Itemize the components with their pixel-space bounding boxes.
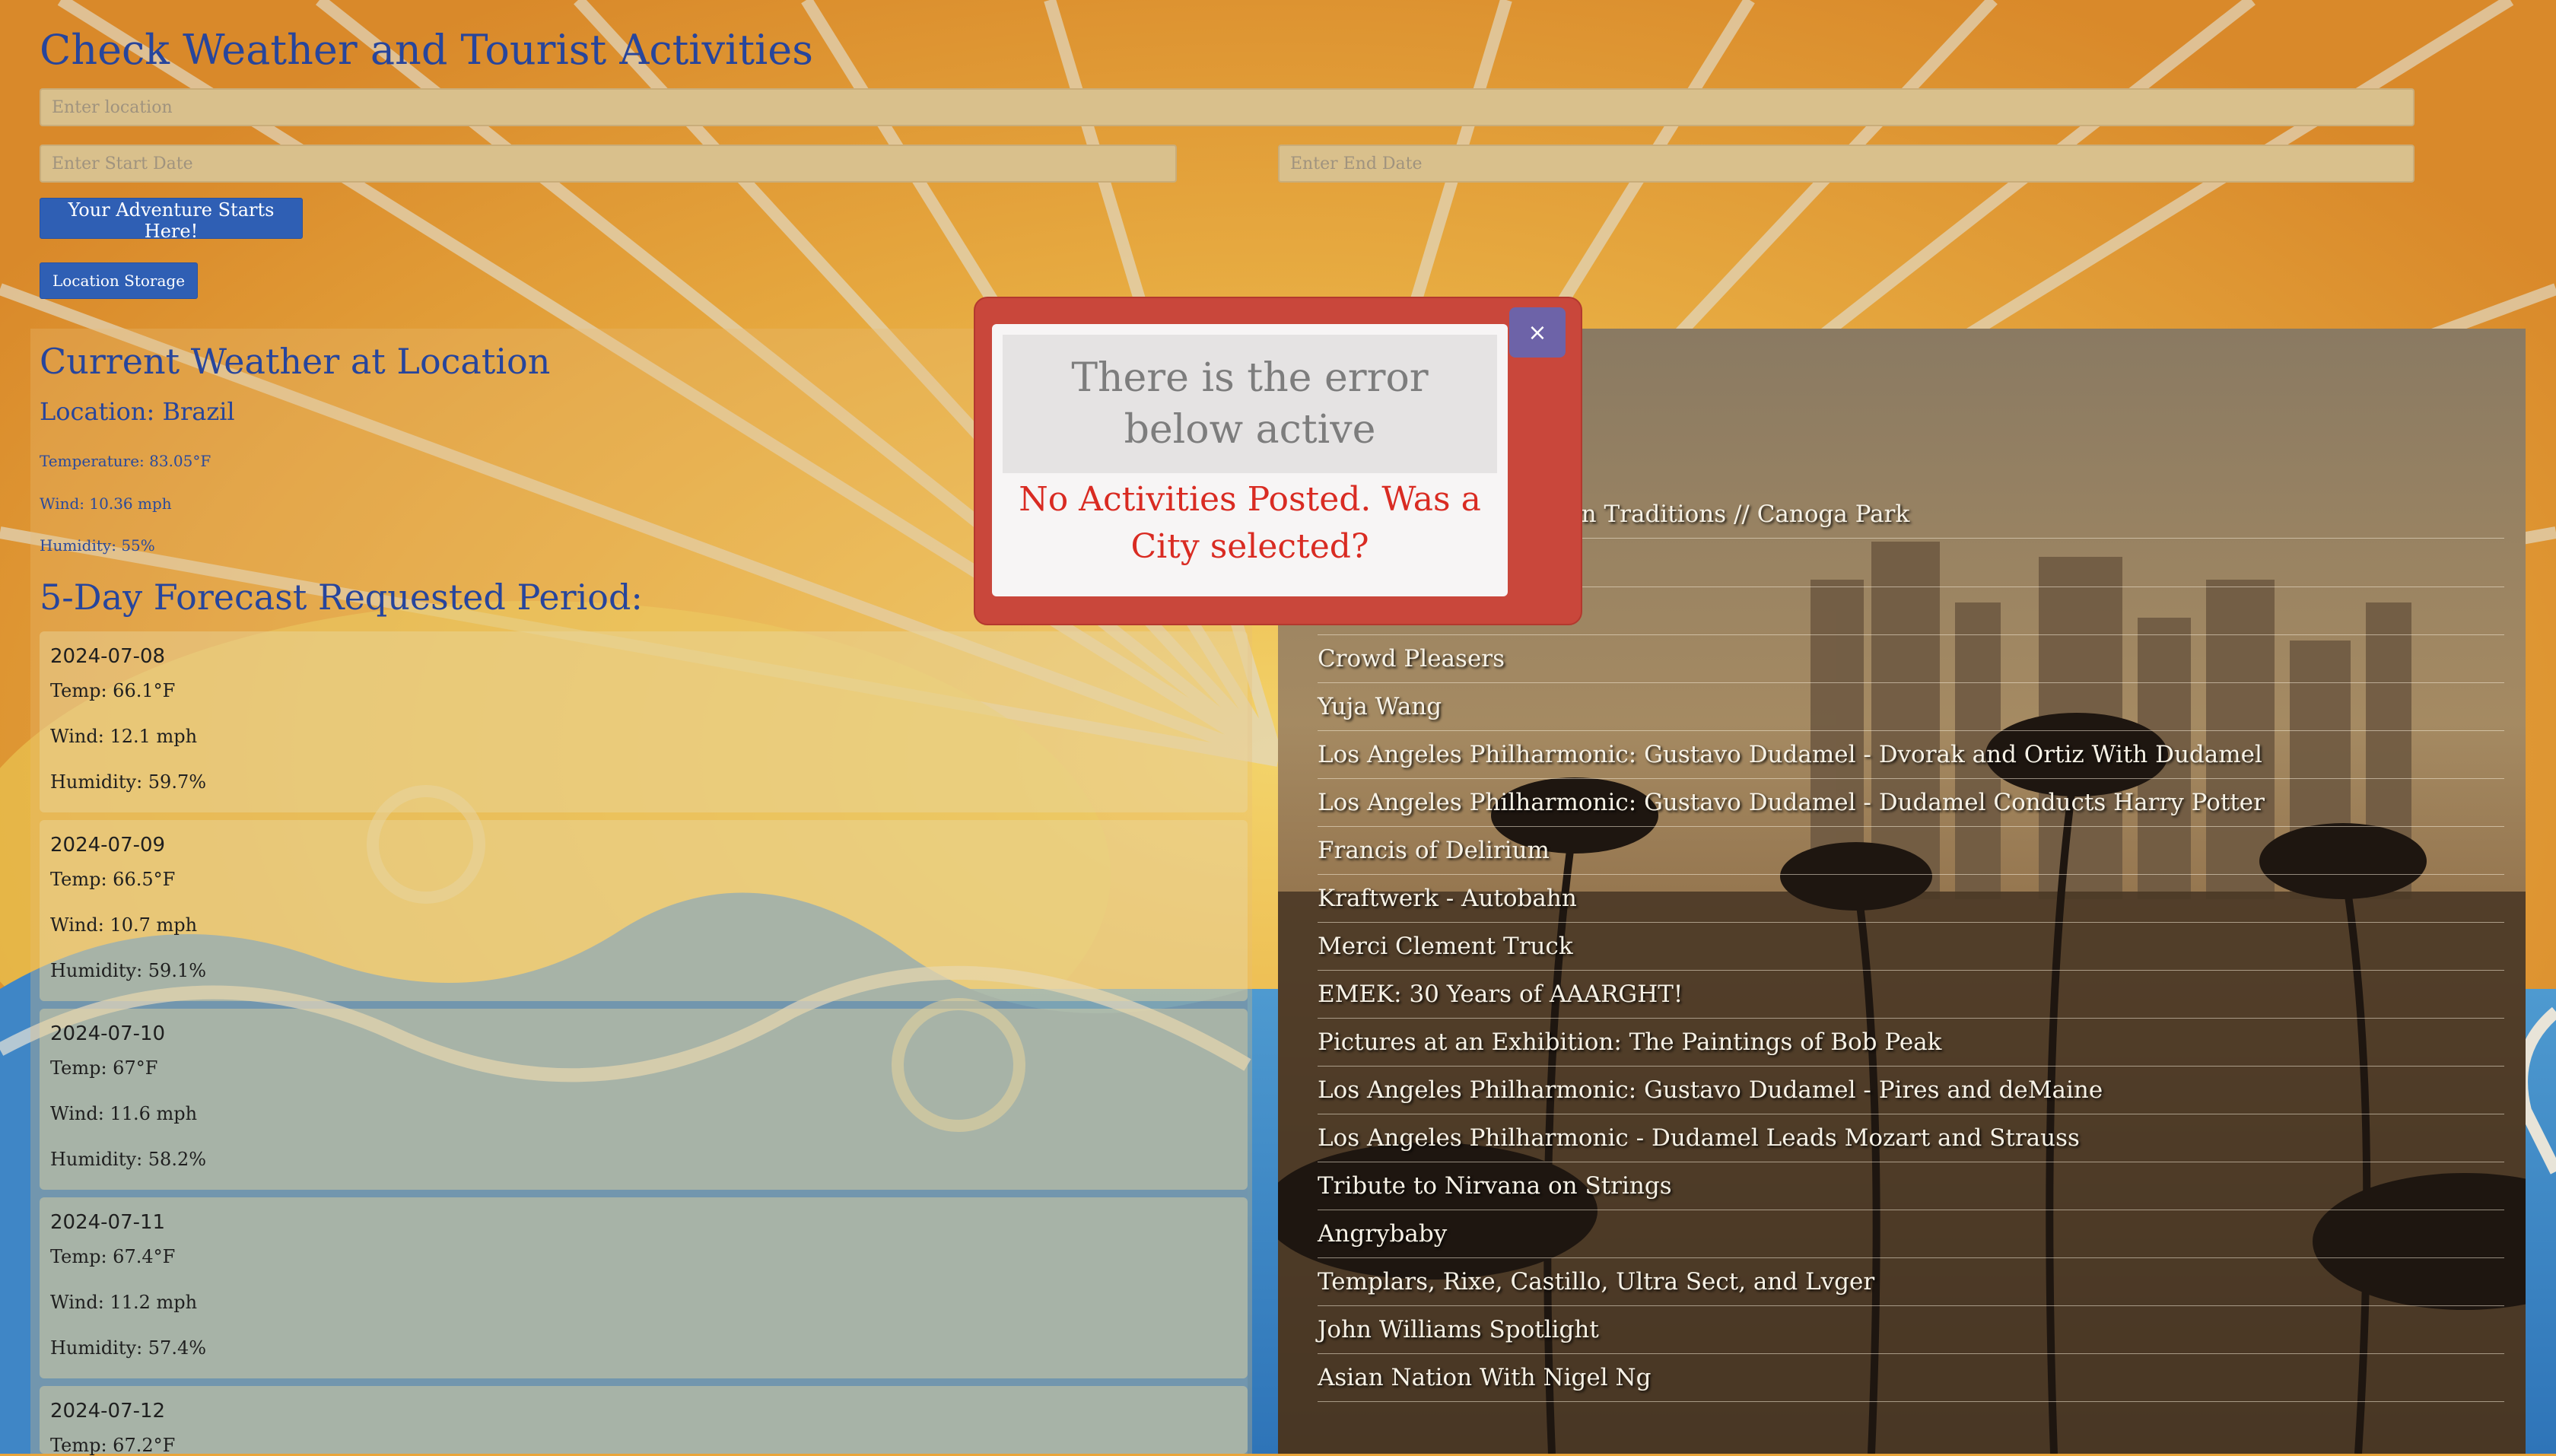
forecast-humidity: Humidity: 59.7% [50,771,207,793]
forecast-wind: Wind: 10.7 mph [50,914,198,936]
forecast-humidity: Humidity: 58.2% [50,1149,207,1170]
activity-item[interactable]: Los Angeles Philharmonic: Gustavo Dudame… [1318,731,2504,779]
activity-item[interactable]: Kraftwerk - Autobahn [1318,875,2504,923]
forecast-temp: Temp: 67.2°F [50,1435,176,1456]
forecast-wind: Wind: 12.1 mph [50,726,198,747]
forecast-date: 2024-07-12 [50,1400,166,1423]
activity-item[interactable]: Angrybaby [1318,1210,2504,1258]
modal-body: There is the error below active No Activ… [992,324,1508,596]
forecast-date: 2024-07-08 [50,645,166,668]
close-icon[interactable]: × [1509,307,1566,358]
current-humidity: Humidity: 55% [40,536,155,555]
activity-item[interactable]: John Williams Spotlight [1318,1306,2504,1354]
forecast-wind: Wind: 11.2 mph [50,1292,198,1313]
forecast-humidity: Humidity: 59.1% [50,960,207,981]
activity-item[interactable]: Pictures at an Exhibition: The Paintings… [1318,1019,2504,1067]
end-date-input[interactable] [1278,145,2415,183]
modal-heading: There is the error below active [1071,355,1429,453]
forecast-wind: Wind: 11.6 mph [50,1103,198,1124]
error-message: No Activities Posted. Was a City selecte… [1019,480,1481,566]
forecast-date: 2024-07-09 [50,834,166,857]
forecast-card: 2024-07-12 Temp: 67.2°F [40,1386,1248,1456]
activity-item[interactable]: Francis of Delirium [1318,827,2504,875]
forecast-title: 5-Day Forecast Requested Period: [40,577,643,618]
activity-item[interactable]: Asian Nation With Nigel Ng [1318,1354,2504,1402]
activity-item[interactable]: Los Angeles Philharmonic: Gustavo Dudame… [1318,1067,2504,1114]
forecast-card: 2024-07-11 Temp: 67.4°F Wind: 11.2 mph H… [40,1197,1248,1378]
forecast-temp: Temp: 67°F [50,1057,158,1079]
current-location: Location: Brazil [40,397,235,426]
modal-header: There is the error below active [1003,335,1497,473]
activity-item[interactable]: Merci Clement Truck [1318,923,2504,971]
forecast-temp: Temp: 66.5°F [50,869,176,890]
forecast-temp: Temp: 66.1°F [50,680,176,701]
activity-item[interactable]: Los Angeles Philharmonic: Gustavo Dudame… [1318,779,2504,827]
forecast-card: 2024-07-10 Temp: 67°F Wind: 11.6 mph Hum… [40,1009,1248,1190]
activity-item[interactable]: Yuja Wang [1318,683,2504,731]
location-storage-button[interactable]: Location Storage [40,262,198,299]
activity-item[interactable]: Crowd Pleasers [1318,635,2504,683]
page-title: Check Weather and Tourist Activities [40,26,813,74]
activity-item[interactable]: EMEK: 30 Years of AAARGHT! [1318,971,2504,1019]
activity-item[interactable]: Tribute to Nirvana on Strings [1318,1162,2504,1210]
forecast-humidity: Humidity: 57.4% [50,1337,207,1359]
location-input[interactable] [40,88,2415,126]
forecast-card: 2024-07-09 Temp: 66.5°F Wind: 10.7 mph H… [40,820,1248,1001]
current-temperature: Temperature: 83.05°F [40,452,211,470]
forecast-date: 2024-07-11 [50,1211,166,1234]
forecast-card: 2024-07-08 Temp: 66.1°F Wind: 12.1 mph H… [40,631,1248,812]
current-wind: Wind: 10.36 mph [40,494,172,513]
start-date-input[interactable] [40,145,1177,183]
forecast-temp: Temp: 67.4°F [50,1246,176,1267]
current-weather-title: Current Weather at Location [40,341,551,382]
error-modal: × There is the error below active No Act… [974,297,1582,625]
activity-item[interactable]: Los Angeles Philharmonic - Dudamel Leads… [1318,1114,2504,1162]
forecast-date: 2024-07-10 [50,1022,166,1045]
adventure-button[interactable]: Your Adventure Starts Here! [40,198,303,242]
activity-item[interactable]: Templars, Rixe, Castillo, Ultra Sect, an… [1318,1258,2504,1306]
